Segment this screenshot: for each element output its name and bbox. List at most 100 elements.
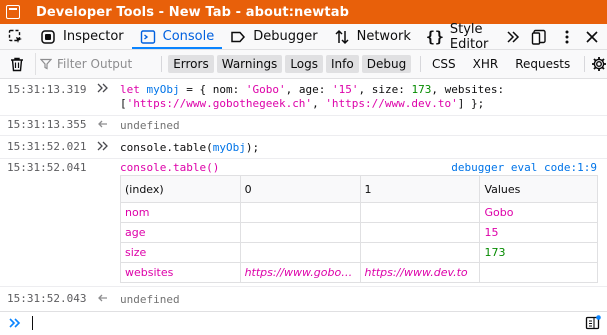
log-output: console.table(): [120, 161, 220, 174]
multiline-editor-icon: [585, 315, 601, 330]
filter-css-button[interactable]: CSS: [427, 55, 461, 73]
divider: [420, 56, 421, 72]
text-cursor: [32, 316, 33, 330]
console-filter-bar: Filter Output Errors Warnings Logs Info …: [0, 50, 607, 79]
tab-console[interactable]: Console: [131, 24, 223, 49]
console-input[interactable]: [0, 311, 607, 335]
timestamp: 15:31:52.041: [7, 161, 87, 174]
tab-inspector[interactable]: Inspector: [32, 24, 132, 49]
table-row: age 15: [120, 222, 598, 243]
window-menu-icon[interactable]: [6, 5, 20, 19]
table-cell: [239, 222, 361, 243]
filter-warnings-button[interactable]: Warnings: [216, 55, 283, 73]
table-cell: [239, 242, 361, 263]
tab-label: Network: [356, 29, 411, 44]
trash-icon: [11, 57, 23, 72]
console-input-message: 15:31:13.319 let myObj = { nom: 'Gobo', …: [0, 79, 607, 116]
filter-placeholder: Filter Output: [57, 57, 133, 71]
filter-errors-button[interactable]: Errors: [168, 55, 214, 73]
filter-icon: [40, 58, 52, 70]
filter-output-input[interactable]: Filter Output: [35, 53, 159, 75]
index-cell: age: [120, 222, 241, 243]
table-cell: [359, 242, 481, 263]
close-devtools-button[interactable]: [581, 24, 607, 49]
result-value: undefined: [120, 119, 180, 132]
table-cell: [239, 202, 361, 223]
table-cell: [359, 222, 481, 243]
command-chevron-icon: [97, 140, 109, 152]
value-cell: 173: [479, 242, 598, 263]
console-icon: [140, 29, 156, 45]
filter-requests-button[interactable]: Requests: [510, 55, 575, 73]
element-picker-button[interactable]: [0, 24, 32, 49]
style-editor-icon: {}: [425, 27, 444, 46]
table-row: size 173: [120, 242, 598, 263]
code-line: ['https://www.gobothegeek.ch', 'https://…: [120, 97, 485, 110]
source-link[interactable]: debugger eval code:1:9: [451, 161, 597, 174]
element-picker-icon: [8, 29, 22, 43]
value-cell: [479, 262, 598, 283]
code-line: let myObj = { nom: 'Gobo', age: '15', si…: [120, 83, 505, 96]
tab-label: Debugger: [253, 29, 318, 44]
divider: [161, 56, 163, 72]
index-cell: size: [120, 242, 241, 263]
table-header-row: (index) 0 1 Values: [120, 175, 598, 203]
value-cell: Gobo: [479, 202, 598, 223]
column-header[interactable]: 1: [359, 175, 481, 203]
console-output[interactable]: 15:31:13.319 let myObj = { nom: 'Gobo', …: [0, 79, 607, 311]
inspector-icon: [40, 29, 56, 45]
value-cell: 15: [479, 222, 598, 243]
filter-info-button[interactable]: Info: [326, 55, 359, 73]
result-value: undefined: [120, 293, 180, 306]
filter-logs-button[interactable]: Logs: [285, 55, 323, 73]
chevron-double-right-icon: [507, 30, 520, 43]
filter-xhr-button[interactable]: XHR: [468, 55, 504, 73]
column-header[interactable]: Values: [479, 175, 598, 203]
more-options-icon: [565, 30, 569, 43]
table-row: nom Gobo: [120, 202, 598, 223]
result-arrow-icon: [97, 292, 109, 304]
tab-label: Console: [162, 29, 215, 44]
tab-network[interactable]: Network: [326, 24, 419, 49]
table-row: websites https://www.gobo… https://www.d…: [120, 262, 598, 283]
window-titlebar[interactable]: Developer Tools - New Tab - about:newtab: [0, 0, 607, 24]
clear-console-button[interactable]: [9, 56, 25, 72]
url-cell[interactable]: https://www.dev.to: [359, 262, 481, 283]
table-cell: [359, 202, 481, 223]
tab-label: Inspector: [63, 29, 124, 44]
column-header[interactable]: 0: [239, 175, 361, 203]
timestamp: 15:31:13.355: [7, 118, 87, 131]
divider: [584, 56, 585, 72]
window-title: Developer Tools - New Tab - about:newtab: [36, 4, 349, 20]
options-menu-button[interactable]: [553, 24, 581, 49]
editor-mode-button[interactable]: [585, 315, 601, 331]
console-settings-button[interactable]: [591, 56, 607, 72]
tab-label: Style Editor: [449, 21, 489, 52]
url-cell[interactable]: https://www.gobo…: [239, 262, 361, 283]
dock-icon: [531, 29, 546, 45]
command-code: console.table(myObj);: [120, 141, 260, 154]
index-cell: websites: [120, 262, 241, 283]
console-result-message: 15:31:13.355 undefined: [0, 116, 607, 136]
timestamp: 15:31:52.021: [7, 140, 87, 153]
prompt-chevron-icon: [9, 317, 22, 329]
more-tools-button[interactable]: [501, 24, 525, 49]
command-code: let myObj = { nom: 'Gobo', age: '15', si…: [120, 83, 504, 111]
network-icon: [334, 29, 350, 45]
gear-icon: [592, 57, 606, 71]
tab-style-editor[interactable]: {} Style Editor: [419, 21, 501, 52]
column-header[interactable]: (index): [120, 175, 241, 203]
tab-debugger[interactable]: Debugger: [222, 24, 325, 49]
console-table: (index) 0 1 Values nom Gobo age 15 size …: [120, 175, 598, 283]
devtools-toolbar: Inspector Console Debugger Network {} St…: [0, 21, 607, 52]
index-cell: nom: [120, 202, 241, 223]
dock-toggle-button[interactable]: [525, 24, 553, 49]
console-input-message: 15:31:52.021 console.table(myObj);: [0, 136, 607, 159]
debugger-icon: [230, 29, 246, 45]
timestamp: 15:31:13.319: [7, 83, 87, 96]
filter-debug-button[interactable]: Debug: [361, 55, 412, 73]
console-result-message: 15:31:52.043 undefined: [0, 287, 607, 311]
close-icon: [586, 30, 598, 43]
result-arrow-icon: [97, 118, 109, 130]
command-chevron-icon: [97, 82, 109, 94]
